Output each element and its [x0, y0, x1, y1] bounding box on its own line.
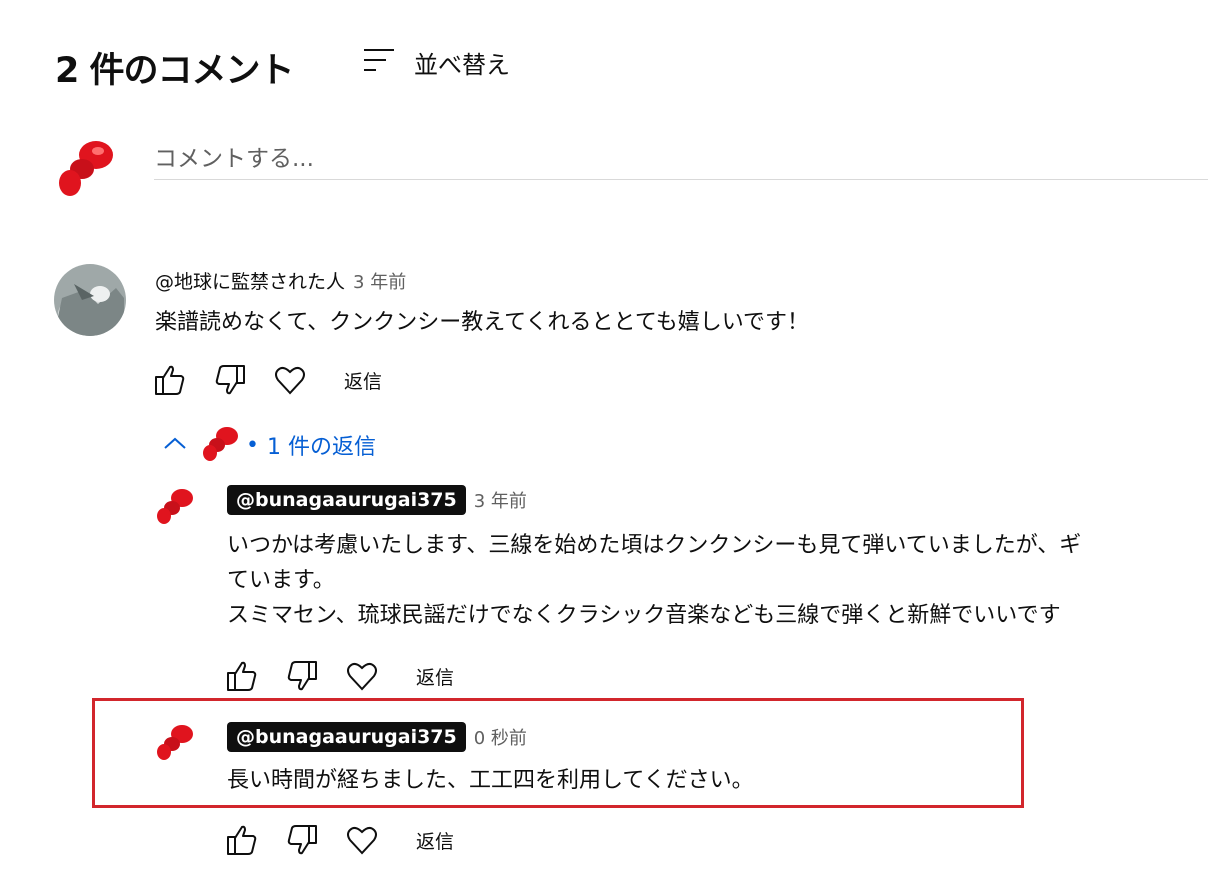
- replies-toggle-button[interactable]: • 1 件の返信: [160, 422, 376, 468]
- heart-icon[interactable]: [342, 820, 382, 860]
- reply-button[interactable]: 返信: [416, 663, 454, 690]
- author-name[interactable]: @bunagaaurugai375: [227, 722, 466, 752]
- sort-button[interactable]: 並べ替え: [360, 44, 510, 80]
- heart-icon[interactable]: [270, 360, 310, 400]
- avatar[interactable]: [153, 720, 197, 764]
- avatar[interactable]: [153, 484, 197, 528]
- timestamp[interactable]: 3 年前: [353, 268, 406, 294]
- comment-text: 楽譜読めなくて、クンクンシー教えてくれるととても嬉しいです！: [155, 310, 810, 335]
- sort-icon: [360, 45, 396, 79]
- dislike-icon[interactable]: [282, 820, 322, 860]
- separator-dot: •: [246, 432, 259, 458]
- reply-button[interactable]: 返信: [416, 827, 454, 854]
- replies-count-label: 1 件の返信: [266, 435, 376, 460]
- dislike-icon[interactable]: [210, 360, 250, 400]
- reply-text-line: いつかは考慮いたします、三線を始めた頃はクンクンシーも見て弾いていましたが、ギ: [227, 533, 1082, 558]
- reply-header: @bunagaaurugai375 3 年前: [227, 485, 527, 515]
- comment-actions: 返信: [150, 360, 382, 400]
- like-icon[interactable]: [222, 820, 262, 860]
- chevron-up-icon: [160, 431, 190, 459]
- avatar: [200, 423, 240, 467]
- like-icon[interactable]: [150, 360, 190, 400]
- reply-text-line: ています。: [227, 568, 335, 593]
- like-icon[interactable]: [222, 656, 262, 696]
- avatar: [52, 133, 120, 201]
- timestamp[interactable]: 3 年前: [474, 487, 527, 513]
- author-name[interactable]: @地球に監禁された人: [155, 267, 345, 294]
- timestamp[interactable]: 0 秒前: [474, 724, 527, 750]
- comment-count-title: 2 件のコメント: [55, 51, 295, 91]
- reply-text: 長い時間が経ちました、工工四を利用してください。: [227, 768, 754, 793]
- comment-header: @地球に監禁された人 3 年前: [155, 267, 406, 294]
- heart-icon[interactable]: [342, 656, 382, 696]
- reply-actions: 返信: [222, 820, 454, 860]
- comment-input-placeholder: コメントする...: [154, 146, 314, 172]
- reply-text-line: スミマセン、琉球民謡だけでなくクラシック音楽なども三線で弾くと新鮮でいいです: [227, 603, 1061, 628]
- dislike-icon[interactable]: [282, 656, 322, 696]
- reply-button[interactable]: 返信: [344, 367, 382, 394]
- avatar[interactable]: [54, 264, 126, 336]
- reply-header: @bunagaaurugai375 0 秒前: [227, 722, 527, 752]
- author-name[interactable]: @bunagaaurugai375: [227, 485, 466, 515]
- sort-label: 並べ替え: [414, 50, 510, 79]
- comment-input[interactable]: コメントする...: [154, 135, 1208, 180]
- reply-actions: 返信: [222, 656, 454, 696]
